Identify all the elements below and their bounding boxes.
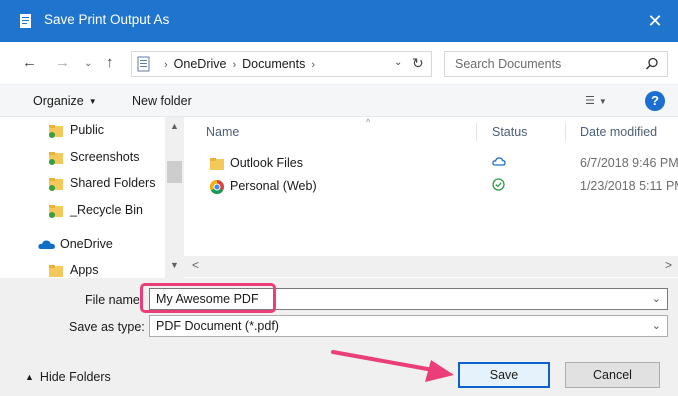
column-header-date-modified[interactable]: Date modified	[580, 125, 657, 139]
navigation-scrollbar[interactable]: ▲ ▼	[165, 117, 184, 278]
folder-icon	[210, 158, 224, 170]
save-as-type-value: PDF Document (*.pdf)	[156, 319, 279, 333]
navigation-pane[interactable]: Public Screenshots Shared Folders _Recyc…	[0, 117, 184, 278]
file-name: Personal (Web)	[230, 179, 317, 193]
scroll-right-icon[interactable]: >	[665, 258, 672, 272]
cloud-icon	[492, 157, 506, 166]
file-row-personal-web[interactable]: Personal (Web) 1/23/2018 5:11 PM	[184, 176, 678, 198]
caret-down-icon: ▼	[598, 97, 607, 106]
change-view-button[interactable]: ☰ ▼	[585, 94, 607, 107]
column-divider[interactable]	[565, 123, 566, 141]
address-row: ← → ⌄ ↑ › OneDrive › Documents › ⌄ ↻	[0, 42, 678, 84]
file-name: Outlook Files	[230, 156, 303, 170]
user-folder-icon	[49, 152, 63, 165]
sidebar-item-label: Screenshots	[70, 150, 140, 164]
scroll-left-icon[interactable]: <	[192, 258, 199, 272]
caret-up-icon: ▲	[25, 372, 34, 382]
window-title: Save Print Output As	[44, 12, 170, 27]
chevron-down-icon[interactable]: ⌄	[652, 319, 661, 332]
new-folder-button[interactable]: New folder	[132, 94, 192, 108]
onedrive-cloud-icon	[38, 240, 55, 249]
address-dropdown-chevron-down-icon[interactable]: ⌄	[394, 57, 402, 68]
scroll-up-icon[interactable]: ▲	[170, 121, 179, 131]
close-button[interactable]: ✕	[632, 0, 678, 42]
hide-folders-label: Hide Folders	[39, 370, 111, 384]
column-header-status[interactable]: Status	[492, 125, 527, 139]
hide-folders-button[interactable]: ▲ Hide Folders	[25, 370, 111, 384]
sort-ascending-icon: ^	[366, 117, 371, 127]
forward-button[interactable]: →	[55, 54, 70, 71]
file-list-horizontal-scrollbar[interactable]: < >	[184, 256, 678, 277]
chevron-right-icon: ›	[164, 59, 168, 71]
chevron-right-icon: ›	[232, 59, 237, 71]
save-button[interactable]: Save	[458, 362, 550, 388]
chrome-shortcut-icon	[210, 180, 224, 194]
details-view-icon: ☰	[585, 95, 595, 107]
help-icon[interactable]: ?	[645, 91, 665, 111]
user-folder-icon	[49, 178, 63, 191]
document-icon	[20, 14, 31, 28]
file-row-outlook-files[interactable]: Outlook Files 6/7/2018 9:46 PM	[184, 153, 678, 175]
cancel-button[interactable]: Cancel	[565, 362, 660, 388]
breadcrumb-documents[interactable]: Documents	[242, 57, 305, 71]
documents-location-icon	[137, 56, 150, 72]
column-header-name[interactable]: Name	[206, 125, 239, 139]
synced-check-icon	[492, 178, 505, 191]
command-toolbar: Organize ▼ New folder ☰ ▼ ?	[0, 84, 678, 117]
breadcrumb: › OneDrive › Documents ›	[158, 57, 321, 71]
file-list[interactable]: ^ Name Status Date modified Outlook File…	[184, 117, 678, 278]
file-date: 6/7/2018 9:46 PM	[580, 156, 678, 170]
chevron-down-icon[interactable]: ⌄	[652, 292, 661, 305]
organize-label: Organize	[33, 94, 84, 108]
breadcrumb-onedrive[interactable]: OneDrive	[174, 57, 227, 71]
refresh-icon[interactable]: ↻	[412, 55, 424, 72]
scroll-thumb[interactable]	[167, 161, 182, 183]
save-as-type-select[interactable]: PDF Document (*.pdf) ⌄	[149, 315, 668, 337]
user-folder-icon	[49, 205, 63, 218]
title-bar: Save Print Output As ✕	[0, 0, 678, 42]
sidebar-item-label: _Recycle Bin	[70, 203, 143, 217]
annotation-highlight-box	[140, 283, 276, 313]
up-button[interactable]: ↑	[106, 54, 114, 71]
scroll-down-icon[interactable]: ▼	[170, 260, 179, 270]
file-date: 1/23/2018 5:11 PM	[580, 179, 678, 193]
search-icon[interactable]	[645, 57, 659, 71]
back-button[interactable]: ←	[22, 54, 37, 71]
sidebar-item-label: Apps	[70, 263, 99, 277]
column-divider[interactable]	[476, 123, 477, 141]
address-bar[interactable]: › OneDrive › Documents › ⌄ ↻	[131, 51, 432, 77]
folder-icon	[49, 265, 63, 277]
sidebar-item-label: Shared Folders	[70, 176, 156, 190]
recent-locations-chevron-down-icon[interactable]: ⌄	[84, 58, 92, 69]
file-name-label: File name:	[85, 293, 144, 307]
user-folder-icon	[49, 125, 63, 138]
search-input[interactable]	[455, 57, 635, 71]
save-as-type-label: Save as type:	[69, 320, 145, 334]
caret-down-icon: ▼	[88, 97, 97, 106]
search-box[interactable]	[444, 51, 668, 77]
chevron-right-icon: ›	[311, 59, 316, 71]
sidebar-item-label: OneDrive	[60, 237, 113, 251]
organize-menu-button[interactable]: Organize ▼	[33, 94, 97, 108]
sidebar-item-label: Public	[70, 123, 105, 137]
